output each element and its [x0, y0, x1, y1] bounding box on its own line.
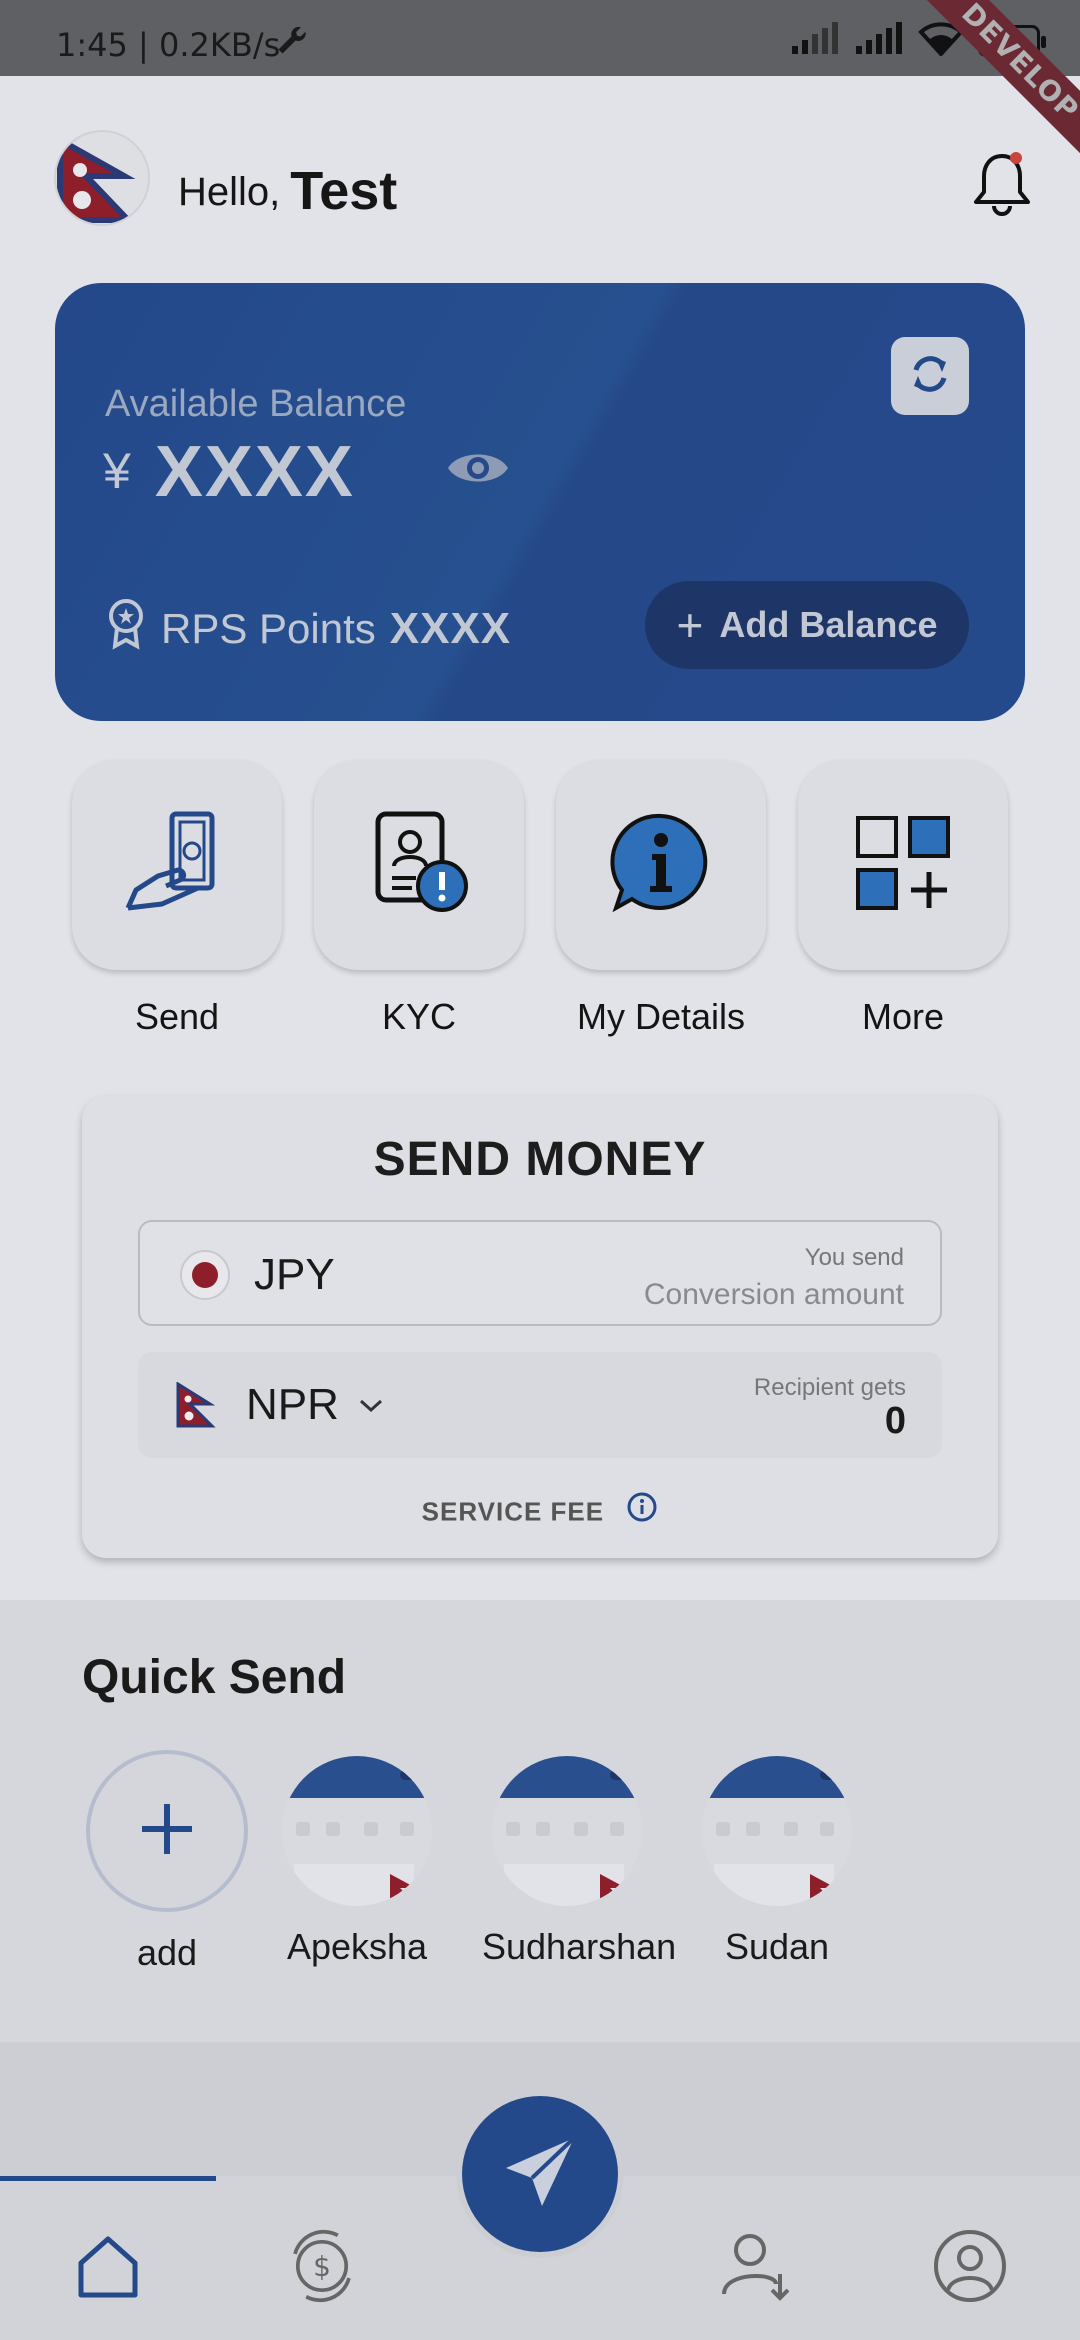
quick-send-title: Quick Send	[82, 1651, 347, 1704]
service-fee-label: SERVICE FEE	[421, 1496, 605, 1527]
avatar[interactable]	[54, 130, 150, 226]
recipient-gets-label: Recipient gets	[753, 1374, 906, 1401]
status-time-speed: 1:45 | 0.2KB/s	[56, 26, 281, 64]
grid-plus-icon	[848, 808, 958, 923]
refresh-button[interactable]	[891, 337, 969, 415]
contact-avatar[interactable]	[282, 1756, 432, 1906]
eye-icon[interactable]	[445, 446, 511, 495]
quick-action-more[interactable]: More	[798, 760, 1008, 1038]
header: Hello, Test	[54, 130, 1034, 230]
greeting-text: Hello,	[178, 170, 281, 214]
balance-amount: ¥ XXXX	[103, 431, 355, 513]
add-contact-button[interactable]	[86, 1750, 248, 1912]
quick-actions: Send KYC My Details More	[72, 760, 1008, 1050]
points-label: RPS Points	[161, 605, 376, 652]
to-currency-code[interactable]: NPR	[246, 1380, 339, 1430]
nepal-flag-icon	[176, 1381, 216, 1433]
profile-icon[interactable]	[930, 2226, 1010, 2306]
you-send-label: You send	[804, 1244, 904, 1271]
send-label: Send	[134, 996, 220, 1037]
kyc-tile[interactable]	[314, 760, 524, 970]
info-icon[interactable]	[626, 1491, 658, 1530]
user-name: Test	[290, 161, 398, 221]
contact-name: Apeksha	[286, 1926, 428, 1967]
plus-icon	[138, 1800, 196, 1863]
recipient-gets-value: 0	[884, 1400, 906, 1442]
quick-send-contact[interactable]: Sudan	[692, 1750, 862, 1968]
balance-label: Available Balance	[105, 383, 407, 425]
quick-send-contact[interactable]: Sudharshan	[482, 1750, 677, 1968]
kyc-label: KYC	[381, 996, 457, 1037]
hand-money-icon	[122, 808, 232, 923]
japan-flag-icon	[180, 1250, 230, 1300]
nav-active-indicator	[0, 2176, 216, 2181]
send-tile[interactable]	[72, 760, 282, 970]
info-bubble-icon	[606, 808, 716, 923]
rps-points: RPS Points XXXX	[105, 598, 511, 660]
signal-icon	[790, 22, 840, 60]
add-label: add	[136, 1932, 198, 1973]
send-plane-icon	[500, 2132, 580, 2217]
contact-name: Sudharshan	[482, 1926, 677, 1967]
currency-symbol: ¥	[103, 443, 133, 499]
quick-send-section: Quick Send add Apeksha Sudharshan Sudan	[0, 1600, 1080, 2042]
recipient-icon[interactable]	[716, 2226, 796, 2306]
quick-action-kyc[interactable]: KYC	[314, 760, 524, 1038]
status-bar: 1:45 | 0.2KB/s 56 DEVELOP	[0, 0, 1080, 170]
more-label: More	[861, 996, 945, 1037]
quick-action-my-details[interactable]: My Details	[556, 760, 766, 1038]
send-money-title: SEND MONEY	[373, 1133, 707, 1186]
svg-text:$: $	[313, 2250, 331, 2283]
send-money-card: SEND MONEY JPY You send Conversion amoun…	[82, 1096, 998, 1558]
greeting: Hello, Test	[178, 156, 398, 221]
add-balance-button[interactable]: + Add Balance	[645, 581, 969, 669]
quick-send-list: add Apeksha Sudharshan Sudan	[82, 1750, 1080, 1990]
badge-icon	[105, 598, 147, 660]
home-icon[interactable]	[68, 2226, 148, 2306]
add-balance-label: Add Balance	[719, 604, 938, 645]
bell-icon[interactable]	[970, 148, 1034, 221]
conversion-amount-input[interactable]: Conversion amount	[644, 1278, 904, 1312]
service-fee[interactable]: SERVICE FEE	[82, 1491, 998, 1533]
wrench-icon	[274, 22, 310, 62]
plus-icon: +	[676, 599, 704, 651]
more-tile[interactable]	[798, 760, 1008, 970]
my-details-tile[interactable]	[556, 760, 766, 970]
currency-exchange-icon[interactable]: $	[282, 2226, 362, 2306]
from-currency-field[interactable]: JPY You send Conversion amount	[138, 1220, 942, 1326]
contact-avatar[interactable]	[492, 1756, 642, 1906]
from-currency-code: JPY	[254, 1250, 335, 1299]
kyc-document-icon	[364, 808, 474, 923]
send-fab-button[interactable]	[462, 2096, 618, 2252]
signal-icon-2	[854, 22, 904, 60]
chevron-down-icon[interactable]	[358, 1398, 384, 1419]
balance-card: Available Balance ¥ XXXX RPS Points XXXX…	[55, 283, 1025, 721]
contact-avatar[interactable]	[702, 1756, 852, 1906]
quick-action-send[interactable]: Send	[72, 760, 282, 1038]
points-value: XXXX	[389, 604, 512, 653]
to-currency-field[interactable]: NPR Recipient gets 0	[138, 1352, 942, 1458]
refresh-icon	[906, 350, 954, 403]
balance-value: XXXX	[154, 432, 355, 512]
quick-send-add[interactable]: add	[82, 1750, 252, 1974]
contact-name: Sudan	[724, 1926, 830, 1967]
quick-send-contact[interactable]: Apeksha	[272, 1750, 442, 1968]
my-details-label: My Details	[576, 996, 746, 1037]
